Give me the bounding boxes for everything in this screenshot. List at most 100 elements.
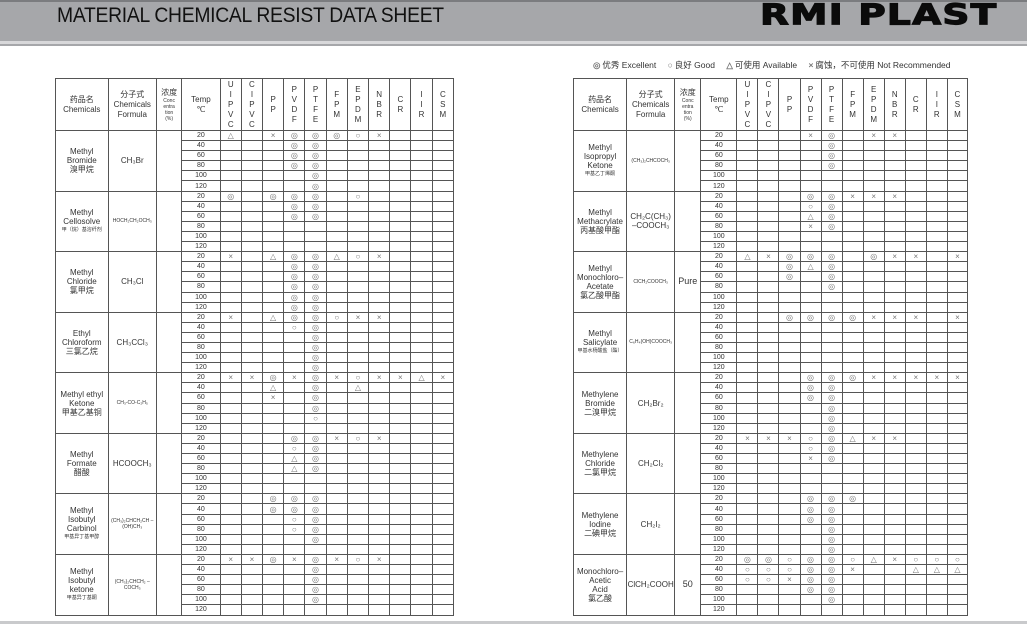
header-material-letter: V — [807, 94, 814, 104]
rating-cell-pp — [778, 402, 801, 414]
rating-cell-csm — [431, 392, 455, 404]
rating-cell-nbr — [883, 321, 906, 333]
rating-cell-csm — [431, 503, 455, 515]
rating-cell-cr — [904, 412, 927, 424]
rating-cell-fpm — [325, 180, 348, 192]
rating-cell-c-pvc — [757, 604, 780, 616]
rating-cell-fpm — [841, 362, 864, 374]
rating-cell-u-pvc — [736, 533, 759, 545]
rating-cell-fpm — [841, 392, 864, 404]
rating-cell-pp — [778, 281, 801, 293]
rating-cell-fpm — [325, 503, 348, 515]
rating-cell-iir — [410, 473, 433, 485]
rating-cell-iir — [410, 422, 433, 434]
rating-cell-pvdf: ◎ — [799, 574, 822, 586]
rating-cell-fpm — [841, 442, 864, 455]
rating-cell-fpm — [841, 241, 864, 253]
rating-cell-csm — [431, 261, 455, 273]
rating-cell-cr — [904, 180, 927, 192]
rating-cell-epdm — [346, 452, 370, 465]
rating-cell-pvdf — [283, 341, 306, 354]
header-material-letter: E — [355, 84, 361, 94]
rating-cell-c-pvc — [757, 150, 780, 162]
rating-cell-epdm: ○ — [346, 432, 370, 444]
rating-cell-fpm — [841, 463, 864, 475]
header-material-letter: M — [354, 114, 362, 124]
rating-cell-nbr — [883, 402, 906, 414]
rating-cell-c-pvc — [240, 220, 264, 232]
rating-cell-pvdf: ◎ — [799, 392, 822, 404]
rating-cell-pp — [778, 594, 801, 606]
rating-cell-c-pvc — [240, 251, 264, 263]
header-conc-en: (%) — [165, 115, 174, 122]
rating-cell-cr — [389, 402, 412, 414]
rating-cell-iir — [925, 261, 948, 273]
rating-cell-pvdf — [283, 352, 306, 364]
rating-cell-c-pvc — [240, 210, 264, 222]
rating-cell-u-pvc — [736, 261, 759, 273]
rating-cell-iir — [410, 220, 433, 232]
rating-cell-csm — [431, 271, 455, 283]
rating-cell-nbr — [368, 140, 391, 152]
chemical-name-cell: Methyl Salicylate 甲基水杨酸盐（酯） — [572, 311, 628, 374]
rating-cell-pvdf — [283, 594, 306, 606]
rating-cell-csm — [431, 564, 455, 576]
rating-cell-nbr — [368, 271, 391, 283]
chemical-name-en: Methyl ethyl — [60, 389, 104, 399]
rating-cell-fpm — [841, 382, 864, 394]
rating-cell-nbr — [368, 210, 391, 222]
chemical-formula-cell: CH₃CCl₃ — [107, 311, 158, 374]
rating-cell-nbr — [883, 362, 906, 374]
rating-cell-csm — [431, 291, 455, 303]
temperature-cell: 60 — [181, 271, 221, 283]
rating-cell-cr — [389, 543, 412, 555]
rating-cell-nbr — [883, 140, 906, 152]
rating-cell-cr — [904, 584, 927, 596]
header-material-letter: P — [270, 104, 276, 114]
rating-cell-c-pvc — [240, 543, 264, 555]
rating-cell-epdm — [346, 230, 370, 243]
rating-cell-c-pvc — [240, 473, 264, 485]
rating-cell-csm — [946, 503, 969, 515]
rating-cell-csm — [431, 352, 455, 364]
rating-cell-nbr: × — [883, 432, 906, 444]
temperature-cell: 40 — [700, 564, 738, 576]
header-material-letter: E — [312, 114, 319, 124]
rating-cell-pvdf: × — [799, 220, 822, 232]
rating-cell-pvdf: ○ — [799, 200, 822, 212]
rating-cell-iir — [410, 513, 433, 525]
chemical-name-zh: 甲基水杨酸盐（酯） — [577, 347, 623, 354]
rating-cell-iir — [925, 432, 948, 444]
rating-cell-pp — [262, 594, 285, 606]
rating-cell-epdm — [862, 341, 885, 354]
rating-cell-iir — [410, 452, 433, 465]
rating-cell-nbr — [883, 564, 906, 576]
temperature-cell: 100 — [700, 533, 738, 545]
rating-cell-iir — [410, 180, 433, 192]
rating-cell-ptfe: ◎ — [304, 442, 327, 455]
rating-cell-ptfe — [820, 321, 843, 333]
rating-cell-u-pvc — [736, 503, 759, 515]
rating-cell-ptfe: ◎ — [304, 382, 327, 394]
chemical-name-en: Methyl — [69, 506, 94, 516]
rating-cell-fpm — [325, 362, 348, 374]
temperature-cell: 20 — [700, 311, 738, 323]
chemical-name-en: Salicylate — [582, 337, 618, 347]
rating-cell-csm — [946, 442, 969, 455]
rating-cell-csm — [946, 321, 969, 333]
rating-cell-nbr — [883, 574, 906, 586]
rating-cell-fpm: ◎ — [325, 129, 348, 142]
rating-cell-iir — [925, 271, 948, 283]
rating-cell-pp — [262, 170, 285, 182]
table-row: Methyl ethyl Ketone 甲基乙基铜 CH₃-CO-C₂H₅ 20 × × ◎ ×… — [55, 372, 455, 434]
rating-cell-fpm — [841, 543, 864, 555]
rating-cell-iir — [410, 271, 433, 283]
rating-cell-c-pvc — [757, 543, 780, 555]
temperature-cell: 20 — [181, 190, 221, 202]
rating-cell-csm — [431, 604, 455, 616]
temperature-cell: 100 — [181, 473, 221, 485]
rating-cell-pvdf — [799, 140, 822, 152]
chemical-name-cell: Monochloro– Acetic Acid 氯乙酸 — [572, 553, 628, 616]
rating-cell-ptfe: ◎ — [820, 493, 843, 505]
rating-cell-csm: × — [946, 372, 969, 384]
